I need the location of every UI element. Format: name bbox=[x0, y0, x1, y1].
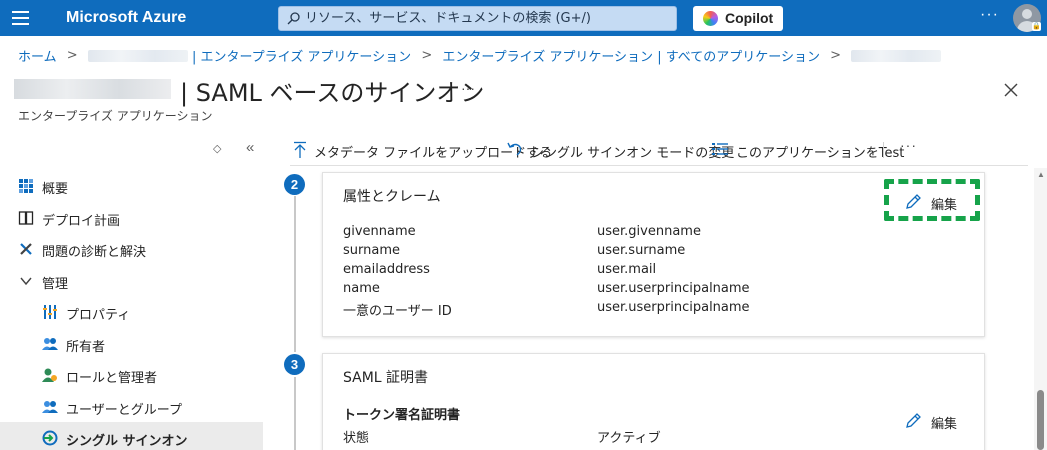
sidebar-item-label: ユーザーとグループ bbox=[66, 402, 182, 418]
upload-icon bbox=[294, 141, 306, 158]
sidebar-item-users-groups[interactable]: ユーザーとグループ bbox=[0, 391, 263, 423]
pencil-icon bbox=[906, 194, 921, 209]
redacted-app-name bbox=[851, 49, 942, 62]
copilot-icon bbox=[703, 11, 718, 26]
attribute-value: user.userprincipalname bbox=[597, 300, 750, 315]
brand-name[interactable]: Microsoft Azure bbox=[66, 9, 186, 27]
sidebar-item-label: ロールと管理者 bbox=[66, 371, 158, 386]
attribute-key: emailaddress bbox=[343, 262, 430, 277]
card-title: 属性とクレーム bbox=[343, 189, 441, 205]
edit-certificate-button[interactable]: 編集 bbox=[905, 412, 965, 432]
change-sso-mode-label: シングル サインオン モードの変更 bbox=[531, 146, 735, 161]
scrollbar-thumb[interactable] bbox=[1037, 390, 1044, 450]
sso-icon bbox=[42, 430, 58, 446]
page-subtitle: エンタープライズ アプリケーション bbox=[18, 109, 213, 123]
attribute-key: 一意のユーザー ID bbox=[343, 304, 452, 319]
edit-attributes-button[interactable]: 編集 bbox=[905, 193, 965, 213]
attribute-value: user.mail bbox=[597, 262, 657, 277]
copilot-button[interactable]: Copilot bbox=[693, 6, 783, 31]
breadcrumb-home[interactable]: ホーム bbox=[18, 46, 57, 65]
card-title: SAML 証明書 bbox=[343, 370, 429, 386]
top-bar: Microsoft Azure Copilot ··· 🔒 bbox=[0, 0, 1047, 36]
sidebar-item-single-sign-on[interactable]: シングル サインオン bbox=[0, 422, 263, 450]
step-connector bbox=[294, 196, 296, 352]
breadcrumb-all-apps[interactable]: エンタープライズ アプリケーション | すべてのアプリケーション bbox=[442, 46, 820, 65]
breadcrumb-app[interactable]: | エンタープライズ アプリケーション bbox=[192, 46, 411, 65]
sidebar-item-label: シングル サインオン bbox=[66, 434, 188, 449]
search-icon bbox=[287, 12, 300, 25]
redacted-app-name bbox=[87, 49, 188, 62]
certificate-key: 状態 bbox=[343, 431, 370, 446]
close-icon[interactable] bbox=[1003, 82, 1019, 98]
attribute-key: givenname bbox=[343, 224, 416, 239]
step-number-2: 2 bbox=[284, 174, 305, 195]
sidebar-item-label: 管理 bbox=[42, 276, 69, 292]
roles-icon bbox=[42, 368, 57, 382]
attribute-value: user.givenname bbox=[597, 224, 701, 239]
attribute-key: surname bbox=[343, 243, 400, 258]
page-title: | SAML ベースのサインオン bbox=[180, 79, 485, 107]
edit-label: 編集 bbox=[931, 417, 958, 432]
sidebar-item-manage[interactable]: 管理 bbox=[0, 265, 263, 297]
sidebar-sort-icon[interactable]: ◇ bbox=[213, 142, 221, 155]
toolbar-more-icon[interactable]: ··· bbox=[900, 137, 917, 153]
attribute-value: user.surname bbox=[597, 243, 686, 258]
toolbar-divider bbox=[883, 142, 884, 158]
undo-icon bbox=[507, 142, 522, 156]
sidebar-item-label: デプロイ計画 bbox=[42, 213, 121, 229]
redacted-app-title bbox=[14, 79, 171, 99]
attribute-value: user.userprincipalname bbox=[597, 281, 750, 296]
breadcrumb-separator: > bbox=[421, 48, 433, 63]
attribute-key: name bbox=[343, 281, 380, 296]
attributes-claims-card: 属性とクレーム 編集 givenname user.givenname surn… bbox=[322, 172, 985, 337]
owners-icon bbox=[42, 337, 58, 350]
hamburger-menu-icon[interactable] bbox=[12, 11, 29, 25]
sidebar-item-label: 問題の診断と解決 bbox=[42, 245, 147, 260]
lock-icon: 🔒 bbox=[1032, 22, 1041, 31]
sidebar-collapse-icon[interactable]: « bbox=[246, 139, 254, 156]
certificate-subheading: トークン署名証明書 bbox=[343, 408, 461, 423]
step-connector bbox=[294, 377, 296, 450]
sidebar-item-diagnose[interactable]: 問題の診断と解決 bbox=[0, 233, 263, 265]
sidebar-item-roles-admins[interactable]: ロールと管理者 bbox=[0, 359, 263, 391]
breadcrumb-separator: > bbox=[830, 48, 842, 63]
sidebar-item-deployment-plan[interactable]: デプロイ計画 bbox=[0, 202, 263, 234]
sidebar-item-owners[interactable]: 所有者 bbox=[0, 328, 263, 360]
more-options-icon[interactable]: ··· bbox=[980, 6, 999, 24]
sidebar-nav: 概要 デプロイ計画 問題の診断と解決 管理 プロパティ 所有者 ロールと管理者 … bbox=[0, 170, 263, 450]
overview-icon bbox=[19, 179, 33, 193]
breadcrumb-separator: > bbox=[66, 48, 78, 63]
breadcrumb: ホーム > | エンタープライズ アプリケーション > エンタープライズ アプリ… bbox=[18, 46, 942, 65]
scroll-up-icon[interactable]: ▲ bbox=[1037, 170, 1045, 179]
test-application-label: このアプリケーションをTest bbox=[736, 146, 905, 161]
certificate-value: アクティブ bbox=[597, 431, 661, 446]
global-search[interactable] bbox=[278, 6, 677, 31]
sidebar-item-label: 所有者 bbox=[66, 339, 106, 355]
checklist-icon bbox=[712, 143, 728, 155]
command-bar: メタデータ ファイルをアップロードする シングル サインオン モードの変更 この… bbox=[290, 134, 1028, 166]
copilot-label: Copilot bbox=[725, 10, 774, 26]
sidebar-item-label: 概要 bbox=[42, 182, 69, 197]
chevron-down-icon bbox=[20, 277, 32, 285]
edit-label: 編集 bbox=[931, 198, 958, 213]
search-input[interactable] bbox=[305, 7, 673, 30]
scrollbar[interactable]: ▲ bbox=[1034, 168, 1047, 450]
properties-icon bbox=[43, 305, 57, 319]
book-icon bbox=[18, 210, 34, 225]
pencil-icon bbox=[906, 413, 921, 428]
title-more-icon[interactable]: ··· bbox=[461, 80, 475, 96]
users-groups-icon bbox=[42, 400, 58, 413]
sidebar-item-overview[interactable]: 概要 bbox=[0, 170, 263, 202]
sidebar-item-label: プロパティ bbox=[66, 308, 131, 323]
sidebar-item-properties[interactable]: プロパティ bbox=[0, 296, 263, 328]
step-number-3: 3 bbox=[284, 354, 305, 375]
saml-certificate-card: SAML 証明書 トークン署名証明書 編集 状態 アクティブ bbox=[322, 353, 985, 450]
wrench-icon bbox=[20, 243, 32, 255]
